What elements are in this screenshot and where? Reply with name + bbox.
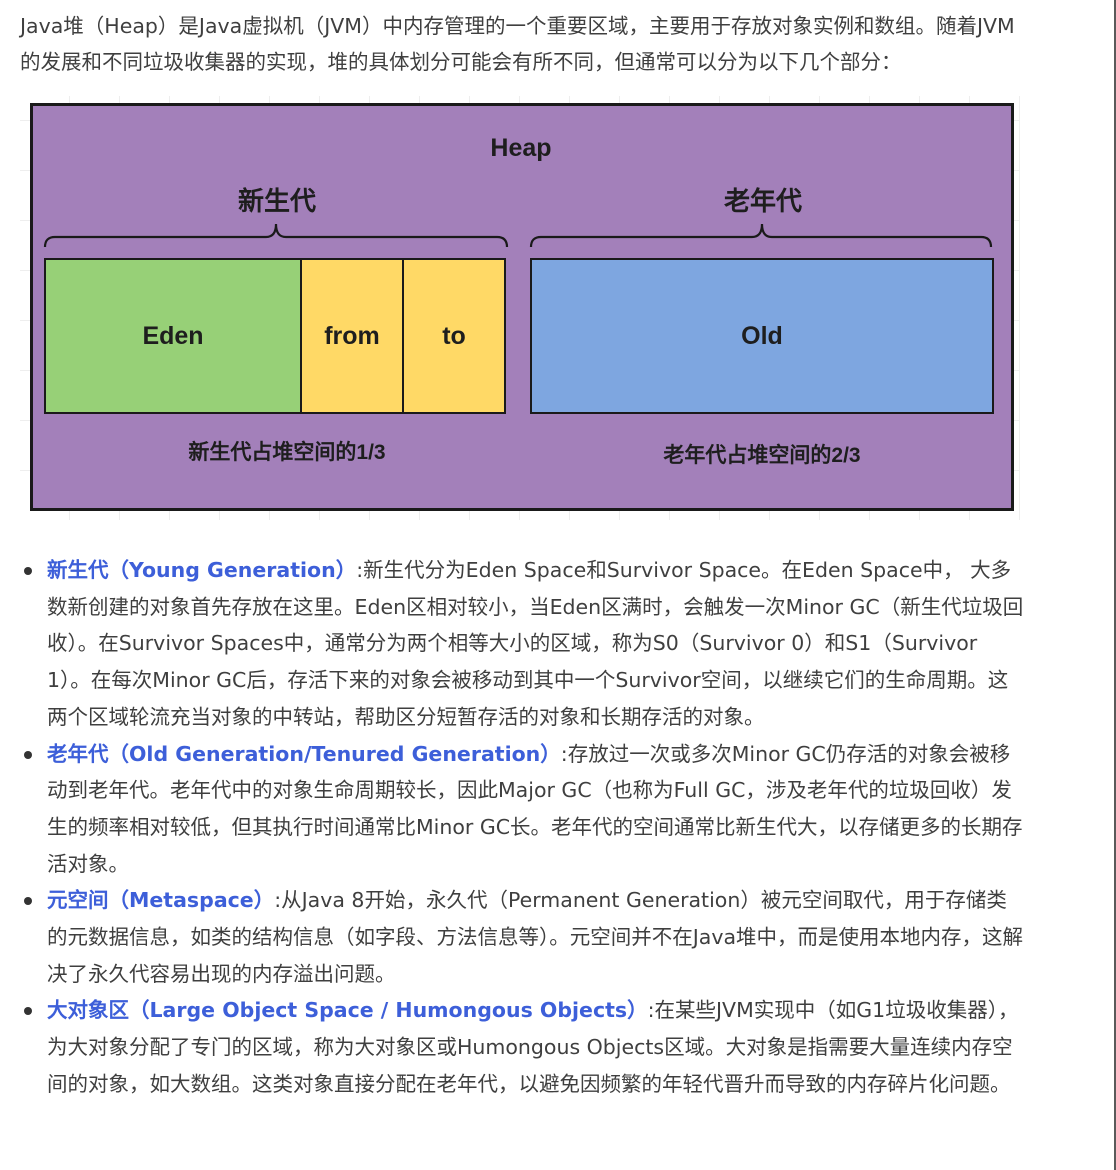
survivor-to-space: to [402, 258, 506, 414]
list-item-young-gen: 新生代（Young Generation）:新生代分为Eden Space和Su… [24, 552, 1027, 736]
list-item-metaspace: 元空间（Metaspace）:从Java 8开始，永久代（Permanent G… [24, 882, 1027, 992]
list-item-large-object: 大对象区（Large Object Space / Humongous Obje… [24, 992, 1027, 1102]
to-label: to [442, 321, 466, 350]
old-gen-label: 老年代 [723, 186, 803, 216]
survivor-from-space: from [300, 258, 404, 414]
desc-young-gen: :新生代分为Eden Space和Survivor Space。在Eden Sp… [47, 558, 1024, 729]
from-label: from [324, 321, 380, 350]
old-gen-brace [529, 223, 993, 248]
old-label: Old [741, 321, 783, 350]
eden-space: Eden [44, 258, 302, 414]
heap-parts-list: 新生代（Young Generation）:新生代分为Eden Space和Su… [24, 552, 1027, 1103]
term-young-gen: 新生代（Young Generation） [47, 558, 357, 582]
bullet-dot [24, 1007, 32, 1016]
heap-diagram: Heap 新生代 老年代 Eden from to Old 新生代占堆空间的1/… [20, 96, 1020, 520]
bullet-dot [24, 567, 32, 575]
list-item-old-gen: 老年代（Old Generation/Tenured Generation）:存… [24, 736, 1027, 883]
bullet-dot [24, 897, 32, 906]
heap-label: Heap [490, 134, 552, 162]
term-large-object: 大对象区（Large Object Space / Humongous Obje… [47, 998, 648, 1023]
eden-label: Eden [142, 321, 204, 350]
old-gen-caption: 老年代占堆空间的2/3 [663, 444, 861, 467]
young-gen-brace [43, 223, 509, 248]
young-gen-label: 新生代 [237, 186, 317, 216]
intro-paragraph: Java堆（Heap）是Java虚拟机（JVM）中内存管理的一个重要区域，主要用… [20, 14, 1015, 74]
term-old-gen: 老年代（Old Generation/Tenured Generation） [47, 741, 561, 766]
term-metaspace: 元空间（Metaspace） [47, 888, 275, 913]
heap-box: Heap 新生代 老年代 Eden from to Old 新生代占堆空间的1/… [30, 103, 1014, 511]
young-gen-caption: 新生代占堆空间的1/3 [188, 441, 386, 464]
bullet-dot [24, 750, 32, 759]
old-space: Old [530, 258, 994, 414]
